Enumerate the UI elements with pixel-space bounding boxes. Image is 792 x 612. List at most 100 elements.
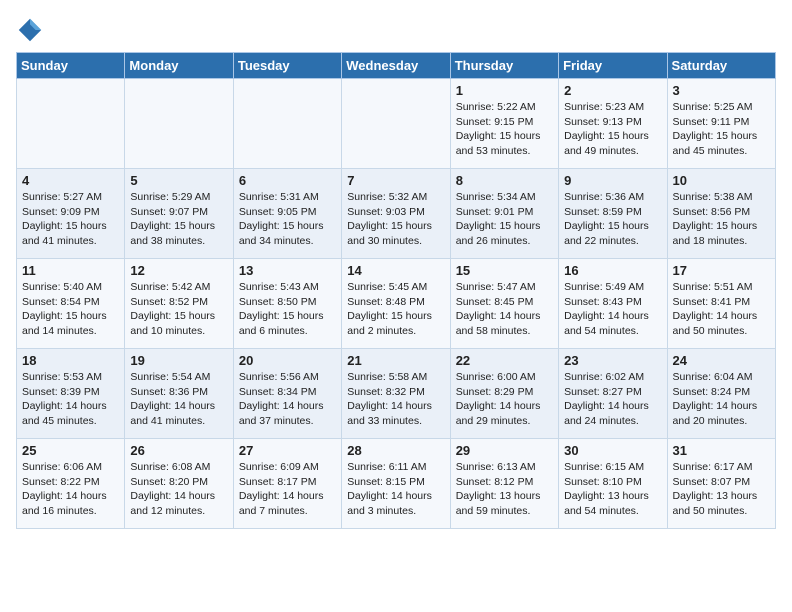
day-info: Sunrise: 5:22 AM Sunset: 9:15 PM Dayligh…	[456, 100, 553, 159]
day-info: Sunrise: 5:27 AM Sunset: 9:09 PM Dayligh…	[22, 190, 119, 249]
day-number: 29	[456, 443, 553, 458]
calendar-cell	[233, 79, 341, 169]
day-info: Sunrise: 6:08 AM Sunset: 8:20 PM Dayligh…	[130, 460, 227, 519]
day-info: Sunrise: 5:32 AM Sunset: 9:03 PM Dayligh…	[347, 190, 444, 249]
day-info: Sunrise: 5:51 AM Sunset: 8:41 PM Dayligh…	[673, 280, 770, 339]
logo	[16, 16, 46, 44]
calendar-cell: 30Sunrise: 6:15 AM Sunset: 8:10 PM Dayli…	[559, 439, 667, 529]
day-number: 12	[130, 263, 227, 278]
day-number: 11	[22, 263, 119, 278]
week-row-0: 1Sunrise: 5:22 AM Sunset: 9:15 PM Daylig…	[17, 79, 776, 169]
day-header-monday: Monday	[125, 53, 233, 79]
day-info: Sunrise: 5:42 AM Sunset: 8:52 PM Dayligh…	[130, 280, 227, 339]
logo-icon	[16, 16, 44, 44]
calendar-cell: 23 Sunrise: 6:02 AM Sunset: 8:27 PM Dayli…	[559, 349, 667, 439]
calendar-cell: 4 Sunrise: 5:27 AM Sunset: 9:09 PM Daylig…	[17, 169, 125, 259]
day-info: Sunrise: 5:54 AM Sunset: 8:36 PM Dayligh…	[130, 370, 227, 429]
calendar-cell: 26 Sunrise: 6:08 AM Sunset: 8:20 PM Dayli…	[125, 439, 233, 529]
day-number: 23	[564, 353, 661, 368]
calendar-cell: 11 Sunrise: 5:40 AM Sunset: 8:54 PM Dayli…	[17, 259, 125, 349]
day-info: Sunrise: 5:49 AM Sunset: 8:43 PM Dayligh…	[564, 280, 661, 339]
calendar-cell: 21 Sunrise: 5:58 AM Sunset: 8:32 PM Dayli…	[342, 349, 450, 439]
calendar-cell: 14Sunrise: 5:45 AM Sunset: 8:48 PM Dayli…	[342, 259, 450, 349]
day-number: 22	[456, 353, 553, 368]
day-number: 28	[347, 443, 444, 458]
day-number: 24	[673, 353, 770, 368]
day-info: Sunrise: 5:40 AM Sunset: 8:54 PM Dayligh…	[22, 280, 119, 339]
calendar-cell: 8Sunrise: 5:34 AM Sunset: 9:01 PM Daylig…	[450, 169, 558, 259]
day-info: Sunrise: 5:47 AM Sunset: 8:45 PM Dayligh…	[456, 280, 553, 339]
calendar-cell: 10 Sunrise: 5:38 AM Sunset: 8:56 PM Dayli…	[667, 169, 775, 259]
week-row-2: 11 Sunrise: 5:40 AM Sunset: 8:54 PM Dayli…	[17, 259, 776, 349]
day-header-saturday: Saturday	[667, 53, 775, 79]
calendar-cell: 13Sunrise: 5:43 AM Sunset: 8:50 PM Dayli…	[233, 259, 341, 349]
calendar-cell	[342, 79, 450, 169]
calendar-body: 1Sunrise: 5:22 AM Sunset: 9:15 PM Daylig…	[17, 79, 776, 529]
calendar-header: SundayMondayTuesdayWednesdayThursdayFrid…	[17, 53, 776, 79]
calendar-cell: 31Sunrise: 6:17 AM Sunset: 8:07 PM Dayli…	[667, 439, 775, 529]
calendar-cell: 3Sunrise: 5:25 AM Sunset: 9:11 PM Daylig…	[667, 79, 775, 169]
day-number: 15	[456, 263, 553, 278]
day-number: 30	[564, 443, 661, 458]
day-info: Sunrise: 5:29 AM Sunset: 9:07 PM Dayligh…	[130, 190, 227, 249]
calendar-cell: 18 Sunrise: 5:53 AM Sunset: 8:39 PM Dayli…	[17, 349, 125, 439]
day-number: 16	[564, 263, 661, 278]
calendar-cell: 7 Sunrise: 5:32 AM Sunset: 9:03 PM Daylig…	[342, 169, 450, 259]
calendar-cell: 29Sunrise: 6:13 AM Sunset: 8:12 PM Dayli…	[450, 439, 558, 529]
day-info: Sunrise: 5:53 AM Sunset: 8:39 PM Dayligh…	[22, 370, 119, 429]
calendar-cell: 20 Sunrise: 5:56 AM Sunset: 8:34 PM Dayli…	[233, 349, 341, 439]
calendar-cell: 2 Sunrise: 5:23 AM Sunset: 9:13 PM Daylig…	[559, 79, 667, 169]
day-info: Sunrise: 5:31 AM Sunset: 9:05 PM Dayligh…	[239, 190, 336, 249]
day-number: 6	[239, 173, 336, 188]
day-info: Sunrise: 6:09 AM Sunset: 8:17 PM Dayligh…	[239, 460, 336, 519]
day-info: Sunrise: 5:58 AM Sunset: 8:32 PM Dayligh…	[347, 370, 444, 429]
calendar-cell: 22 Sunrise: 6:00 AM Sunset: 8:29 PM Dayli…	[450, 349, 558, 439]
day-number: 21	[347, 353, 444, 368]
calendar-cell	[125, 79, 233, 169]
day-number: 31	[673, 443, 770, 458]
day-number: 19	[130, 353, 227, 368]
header-row: SundayMondayTuesdayWednesdayThursdayFrid…	[17, 53, 776, 79]
day-number: 25	[22, 443, 119, 458]
day-number: 26	[130, 443, 227, 458]
day-number: 5	[130, 173, 227, 188]
day-number: 3	[673, 83, 770, 98]
day-header-tuesday: Tuesday	[233, 53, 341, 79]
calendar-cell: 9 Sunrise: 5:36 AM Sunset: 8:59 PM Daylig…	[559, 169, 667, 259]
day-number: 20	[239, 353, 336, 368]
day-number: 9	[564, 173, 661, 188]
page-header	[16, 16, 776, 44]
calendar-cell: 19 Sunrise: 5:54 AM Sunset: 8:36 PM Dayli…	[125, 349, 233, 439]
calendar-cell: 25 Sunrise: 6:06 AM Sunset: 8:22 PM Dayli…	[17, 439, 125, 529]
day-info: Sunrise: 5:38 AM Sunset: 8:56 PM Dayligh…	[673, 190, 770, 249]
day-header-friday: Friday	[559, 53, 667, 79]
calendar-cell: 28Sunrise: 6:11 AM Sunset: 8:15 PM Dayli…	[342, 439, 450, 529]
day-info: Sunrise: 6:02 AM Sunset: 8:27 PM Dayligh…	[564, 370, 661, 429]
day-number: 17	[673, 263, 770, 278]
calendar-cell: 16 Sunrise: 5:49 AM Sunset: 8:43 PM Dayli…	[559, 259, 667, 349]
day-header-sunday: Sunday	[17, 53, 125, 79]
calendar-cell: 6 Sunrise: 5:31 AM Sunset: 9:05 PM Daylig…	[233, 169, 341, 259]
day-number: 14	[347, 263, 444, 278]
calendar-table: SundayMondayTuesdayWednesdayThursdayFrid…	[16, 52, 776, 529]
day-number: 18	[22, 353, 119, 368]
calendar-cell: 1Sunrise: 5:22 AM Sunset: 9:15 PM Daylig…	[450, 79, 558, 169]
calendar-cell: 27Sunrise: 6:09 AM Sunset: 8:17 PM Dayli…	[233, 439, 341, 529]
day-number: 10	[673, 173, 770, 188]
calendar-cell: 12 Sunrise: 5:42 AM Sunset: 8:52 PM Dayli…	[125, 259, 233, 349]
day-info: Sunrise: 5:23 AM Sunset: 9:13 PM Dayligh…	[564, 100, 661, 159]
day-info: Sunrise: 6:04 AM Sunset: 8:24 PM Dayligh…	[673, 370, 770, 429]
day-number: 4	[22, 173, 119, 188]
day-info: Sunrise: 6:00 AM Sunset: 8:29 PM Dayligh…	[456, 370, 553, 429]
day-info: Sunrise: 5:56 AM Sunset: 8:34 PM Dayligh…	[239, 370, 336, 429]
day-number: 2	[564, 83, 661, 98]
day-info: Sunrise: 5:43 AM Sunset: 8:50 PM Dayligh…	[239, 280, 336, 339]
day-header-thursday: Thursday	[450, 53, 558, 79]
day-info: Sunrise: 6:06 AM Sunset: 8:22 PM Dayligh…	[22, 460, 119, 519]
day-info: Sunrise: 5:36 AM Sunset: 8:59 PM Dayligh…	[564, 190, 661, 249]
day-number: 7	[347, 173, 444, 188]
week-row-4: 25 Sunrise: 6:06 AM Sunset: 8:22 PM Dayli…	[17, 439, 776, 529]
calendar-cell: 5 Sunrise: 5:29 AM Sunset: 9:07 PM Daylig…	[125, 169, 233, 259]
calendar-cell	[17, 79, 125, 169]
calendar-cell: 17 Sunrise: 5:51 AM Sunset: 8:41 PM Dayli…	[667, 259, 775, 349]
